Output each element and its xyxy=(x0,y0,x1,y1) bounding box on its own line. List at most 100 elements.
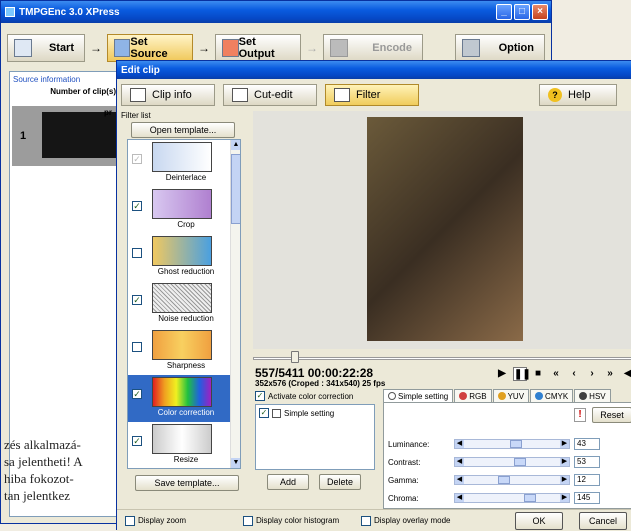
filter-checkbox[interactable] xyxy=(132,342,142,352)
output-icon xyxy=(222,39,239,57)
adjust-label: Gamma: xyxy=(388,475,419,485)
magazine-text: zés alkalmazá- sa jelentheti! A hiba fok… xyxy=(4,436,122,504)
scroll-up-icon[interactable]: ▲ xyxy=(231,140,240,150)
tab-simple-setting[interactable]: Simple setting xyxy=(383,389,454,402)
set-source-button[interactable]: Set Source xyxy=(107,34,193,62)
tab-hsv[interactable]: HSV xyxy=(574,389,611,402)
warning-icon[interactable]: ! xyxy=(574,408,586,422)
filter-item-color-correction[interactable]: ✓ Color correction xyxy=(128,375,240,422)
cmyk-icon xyxy=(535,392,544,400)
filter-button[interactable]: Filter xyxy=(325,84,419,106)
fast-forward-icon[interactable]: » xyxy=(603,367,617,381)
set-output-button[interactable]: Set Output xyxy=(215,34,301,62)
frame-info: 557/5411 00:00:22:28 352x576 (Croped : 3… xyxy=(255,367,385,388)
pause-icon[interactable]: ❚❚ xyxy=(513,367,531,381)
arrow-icon: → xyxy=(90,41,102,55)
clip-info-button[interactable]: Clip info xyxy=(121,84,215,106)
setting-item-label: Simple setting xyxy=(284,408,335,418)
tab-label: YUV xyxy=(507,391,525,401)
filter-item-sharpness[interactable]: Sharpness xyxy=(128,328,240,375)
filter-checkbox[interactable]: ✓ xyxy=(132,295,142,305)
scroll-thumb[interactable] xyxy=(231,154,240,224)
contrast-value[interactable]: 53 xyxy=(574,456,600,468)
frame-position: 557/5411 00:00:22:28 xyxy=(255,366,374,380)
volume-icon[interactable]: ◀ xyxy=(621,367,631,381)
ok-button[interactable]: OK xyxy=(515,511,563,530)
encode-button[interactable]: Encode xyxy=(323,34,423,62)
resize-icon xyxy=(152,424,212,454)
frame-dimensions: 352x576 (Croped : 341x540) 25 fps xyxy=(255,379,386,388)
filter-item-noise-reduction[interactable]: ✓ Noise reduction xyxy=(128,281,240,328)
display-histogram-option[interactable]: Display color histogram xyxy=(243,515,355,526)
minimize-icon[interactable]: _ xyxy=(496,4,512,20)
add-button[interactable]: Add xyxy=(267,474,309,490)
rewind-icon[interactable]: « xyxy=(549,367,563,381)
cancel-button[interactable]: Cancel xyxy=(579,511,627,530)
reset-button[interactable]: Reset xyxy=(592,407,631,423)
maximize-icon[interactable]: □ xyxy=(514,4,530,20)
filter-name: Deinterlace xyxy=(165,173,207,182)
step-back-icon[interactable]: ‹ xyxy=(567,367,581,381)
video-frame xyxy=(367,117,523,341)
activate-checkbox[interactable]: ✓ xyxy=(255,391,265,401)
option-button[interactable]: Option xyxy=(455,34,545,62)
filter-checkbox[interactable]: ✓ xyxy=(132,154,142,164)
hsv-icon xyxy=(579,392,588,400)
luminance-slider[interactable]: ◀ ▶ xyxy=(454,439,570,449)
clip-row[interactable]: 1 pr xyxy=(12,106,120,166)
playback-controls: ▶ ❚❚ ■ « ‹ › » ◀ xyxy=(495,367,631,381)
color-bars-icon xyxy=(152,377,212,407)
filter-item-resize[interactable]: ✓ Resize xyxy=(128,422,240,468)
scroll-down-icon[interactable]: ▼ xyxy=(231,458,240,468)
setting-checkbox[interactable]: ✓ xyxy=(259,408,269,418)
contrast-slider[interactable]: ◀ ▶ xyxy=(454,457,570,467)
filter-checkbox[interactable]: ✓ xyxy=(132,201,142,211)
gamma-value[interactable]: 12 xyxy=(574,474,600,486)
chroma-slider[interactable]: ◀ ▶ xyxy=(454,493,570,503)
source-icon xyxy=(114,39,131,57)
luminance-value[interactable]: 43 xyxy=(574,438,600,450)
clip-number: 1 xyxy=(20,130,27,142)
histogram-checkbox[interactable] xyxy=(243,515,253,526)
seek-track[interactable] xyxy=(253,357,631,360)
gamma-row: Gamma: ◀ ▶ 12 xyxy=(388,473,631,487)
display-zoom-option[interactable]: Display zoom xyxy=(125,515,237,526)
set-source-label: Set Source xyxy=(130,36,168,60)
seek-bar[interactable] xyxy=(253,351,631,365)
seek-knob[interactable] xyxy=(291,351,299,363)
setting-item[interactable]: ✓ Simple setting xyxy=(259,408,371,418)
filter-item-ghost-reduction[interactable]: Ghost reduction xyxy=(128,234,240,281)
zoom-checkbox[interactable] xyxy=(125,515,135,526)
tab-cmyk[interactable]: CMYK xyxy=(530,389,574,402)
gamma-slider[interactable]: ◀ ▶ xyxy=(454,475,570,485)
arrow-icon: → xyxy=(306,41,318,55)
filter-scrollbar[interactable]: ▲ ▼ xyxy=(230,140,240,468)
encode-label: Encode xyxy=(372,42,412,54)
filter-checkbox[interactable]: ✓ xyxy=(132,389,142,399)
play-icon[interactable]: ▶ xyxy=(495,367,509,381)
stop-icon[interactable]: ■ xyxy=(531,367,545,381)
chroma-value[interactable]: 145 xyxy=(574,492,600,504)
filter-checkbox[interactable]: ✓ xyxy=(132,436,142,446)
filter-item-deinterlace[interactable]: ✓ Deinterlace xyxy=(128,140,240,187)
step-forward-icon[interactable]: › xyxy=(585,367,599,381)
delete-button[interactable]: Delete xyxy=(319,474,361,490)
overlay-checkbox[interactable] xyxy=(361,515,371,526)
display-overlay-option[interactable]: Display overlay mode xyxy=(361,515,481,526)
color-correction-panel: ✓ Activate color correction ✓ Simple set… xyxy=(255,391,375,507)
close-icon[interactable]: × xyxy=(532,4,548,20)
tab-label: RGB xyxy=(469,391,487,401)
cut-edit-button[interactable]: Cut-edit xyxy=(223,84,317,106)
start-button[interactable]: Start xyxy=(7,34,85,62)
filter-item-crop[interactable]: ✓ Crop xyxy=(128,187,240,234)
tab-rgb[interactable]: RGB xyxy=(454,389,492,402)
document-icon xyxy=(130,88,146,102)
filter-checkbox[interactable] xyxy=(132,248,142,258)
save-template-button[interactable]: Save template... xyxy=(135,475,239,491)
help-button[interactable]: ? Help xyxy=(539,84,617,106)
document-icon xyxy=(272,408,281,418)
preview-area xyxy=(253,111,631,349)
activate-color-correction[interactable]: ✓ Activate color correction xyxy=(255,391,375,401)
tab-yuv[interactable]: YUV xyxy=(492,389,530,402)
open-template-button[interactable]: Open template... xyxy=(131,122,235,138)
